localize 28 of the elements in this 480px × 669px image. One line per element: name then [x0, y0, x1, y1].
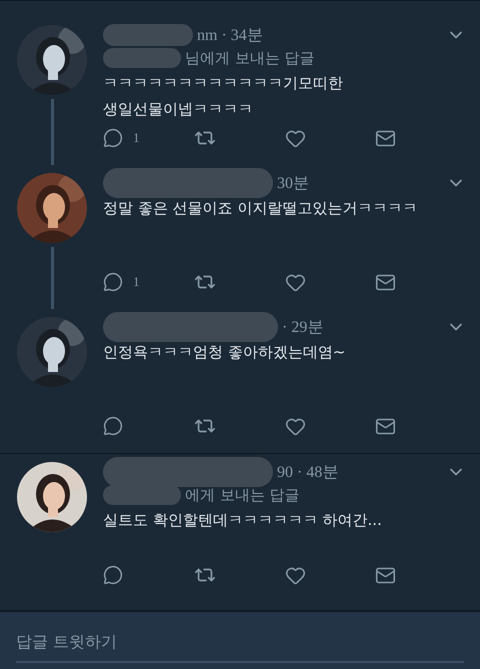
heart-icon: [284, 564, 306, 586]
envelope-icon: [375, 272, 396, 292]
speech-bubble-icon: [103, 416, 123, 436]
tweet-meta: 30분: [277, 174, 309, 194]
reply-button[interactable]: 1: [103, 272, 194, 292]
tweet-text: 정말 좋은 선물이죠 이지랄떨고있는거ㅋㅋㅋㅋ: [103, 198, 418, 219]
speech-bubble-icon: [103, 128, 123, 148]
tweet-text: 실트도 확인할텐데ㅋㅋㅋㅋㅋㅋ 하여간...: [103, 510, 383, 531]
tweet-text: 인정욕ㅋㅋㅋ엄청 좋아하겠는데염~: [103, 342, 346, 363]
tweet-meta: 90 · 48분: [277, 462, 338, 482]
envelope-icon: [375, 564, 396, 586]
reply-field[interactable]: 답글 트윗하기: [16, 628, 464, 663]
reply-compose-field[interactable]: 답글 트윗하기: [0, 610, 480, 669]
reply-to-label: 님에게 보내는 답글: [185, 48, 315, 68]
envelope-icon: [375, 128, 396, 148]
reply-to-label: 에게 보내는 답글: [185, 486, 300, 504]
reply-button[interactable]: 1: [103, 128, 194, 148]
heart-icon: [284, 416, 306, 436]
heart-icon: [284, 128, 306, 148]
tweet-meta: nm · 34분: [197, 26, 263, 46]
speech-bubble-icon: [103, 272, 123, 292]
tweet-text: ㅋㅋㅋㅋㅋㅋㅋㅋㅋㅋㅋㅋ기모띠한 생일선물이넵ㅋㅋㅋㅋ: [103, 73, 344, 120]
thread-line: [50, 247, 54, 309]
heart-icon: [284, 272, 306, 292]
thread-line: [50, 99, 54, 165]
speech-bubble-icon: [103, 565, 123, 585]
tweet-meta: · 29분: [282, 318, 324, 338]
envelope-icon: [375, 416, 396, 436]
